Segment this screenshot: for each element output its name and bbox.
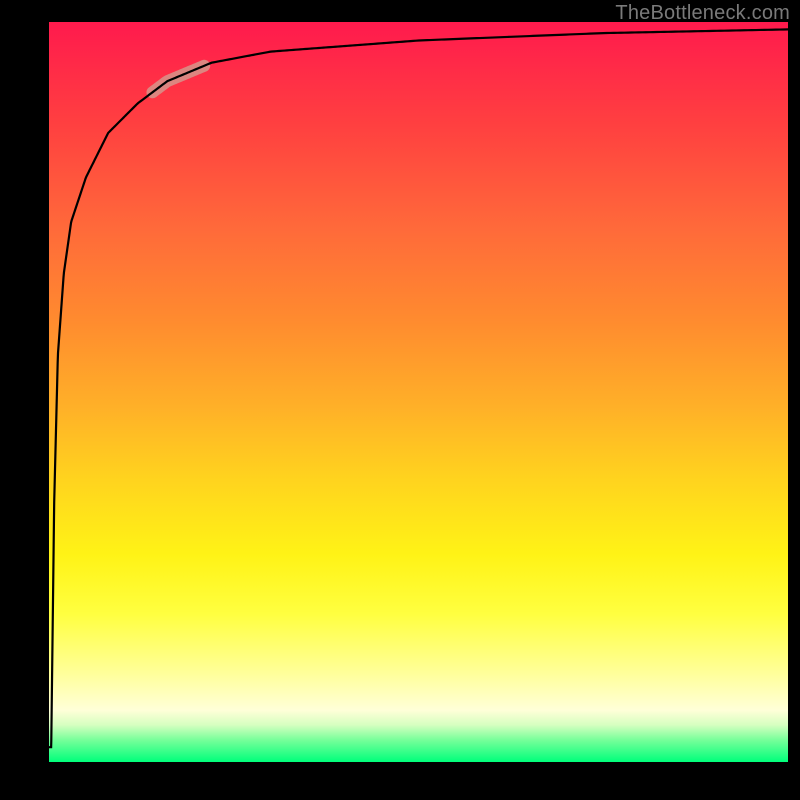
attribution-text: TheBottleneck.com bbox=[615, 2, 790, 25]
chart-plot-area bbox=[49, 22, 788, 762]
